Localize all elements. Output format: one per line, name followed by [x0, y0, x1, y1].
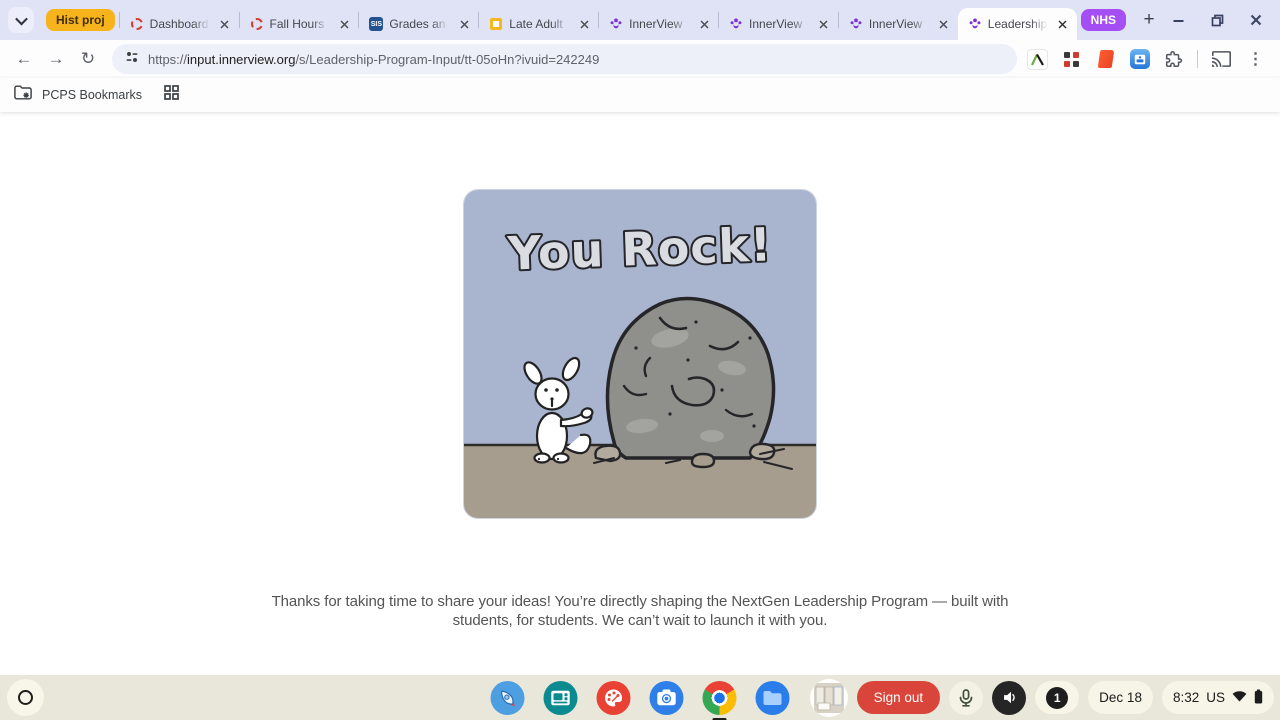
notification-count-badge: 1 — [1046, 686, 1069, 709]
reload-icon[interactable]: ↻ — [74, 45, 102, 73]
tab-innerview-1[interactable]: InnerView — [599, 8, 718, 40]
tab-innerview-2[interactable]: InnerView — [719, 8, 838, 40]
tab-group-hist-proj[interactable]: Hist proj — [46, 9, 115, 31]
minimize-icon[interactable] — [1172, 14, 1185, 27]
tab-leadership-active[interactable]: Leadership — [957, 8, 1077, 40]
toolbar-divider — [1197, 50, 1198, 68]
tab-title: Late Adult — [509, 17, 563, 31]
close-tab-icon[interactable] — [456, 16, 472, 32]
managed-folder-icon[interactable] — [14, 85, 32, 105]
notification-counter[interactable]: 1 — [1035, 681, 1080, 714]
cast-icon[interactable] — [1211, 49, 1232, 70]
innerview-favicon — [849, 17, 863, 31]
you-rock-illustration: You Rock! — [464, 190, 816, 518]
clock-time: 8:32 — [1172, 690, 1200, 705]
extensions-puzzle-icon[interactable] — [1163, 49, 1184, 70]
tab-strip: Hist proj Dashboard Fall Hours SIS Grade… — [0, 0, 1280, 40]
url-text: https://input.innerview.org/s/Leadership… — [148, 51, 600, 67]
address-bar[interactable]: https://input.innerview.org/s/Leadership… — [112, 44, 1017, 74]
tab-title: Grades an — [389, 17, 446, 31]
you-rock-text: You Rock! — [506, 217, 773, 280]
tab-grades[interactable]: SIS Grades an — [359, 8, 478, 40]
tab-title: Dashboard — [149, 17, 209, 31]
screenshot-extension-icon[interactable] — [1129, 49, 1150, 70]
site-info-icon[interactable] — [124, 49, 140, 70]
tab-search-button[interactable] — [8, 7, 34, 33]
dots-grid-extension-icon[interactable] — [1061, 49, 1082, 70]
red-dashed-circle-favicon — [250, 17, 264, 31]
innerview-favicon — [609, 17, 623, 31]
flag-extension-icon[interactable] — [1095, 49, 1116, 70]
chromeos-shelf: Sign out 1 Dec 18 8:32 US — [0, 675, 1280, 720]
tab-title: InnerView — [629, 17, 683, 31]
window-controls — [1162, 14, 1280, 27]
bookmarks-bar: PCPS Bookmarks — [0, 78, 1280, 112]
tab-fall-hours[interactable]: Fall Hours — [240, 8, 359, 40]
chrome-app-icon[interactable] — [702, 680, 737, 720]
close-window-icon[interactable] — [1250, 14, 1262, 26]
tab-title: InnerView — [749, 17, 803, 31]
toolbar-extensions: ⋮ — [1027, 48, 1270, 70]
close-tab-icon[interactable] — [696, 16, 712, 32]
keyboard-layout-indicator: US — [1206, 690, 1225, 705]
innerview-favicon — [968, 17, 982, 31]
shelf-apps — [490, 680, 790, 720]
sign-out-button[interactable]: Sign out — [856, 681, 941, 714]
explore-app-icon[interactable] — [490, 680, 525, 715]
battery-icon — [1254, 689, 1263, 707]
boulder — [605, 296, 776, 460]
close-tab-icon[interactable] — [576, 16, 592, 32]
camera-app-icon[interactable] — [649, 680, 684, 715]
apps-grid-icon[interactable] — [164, 85, 179, 105]
tab-group-nhs[interactable]: NHS — [1080, 9, 1127, 31]
canvas-app-icon[interactable] — [596, 680, 631, 715]
date-pill[interactable]: Dec 18 — [1088, 681, 1153, 714]
back-icon[interactable]: ← — [10, 45, 38, 73]
close-tab-icon[interactable] — [217, 16, 233, 32]
thank-you-message: Thanks for taking time to share your ide… — [271, 593, 1009, 630]
files-app-icon[interactable] — [755, 680, 790, 715]
browser-menu-icon[interactable]: ⋮ — [1245, 49, 1266, 70]
tab-title: Fall Hours — [269, 17, 325, 31]
forward-icon[interactable]: → — [42, 45, 70, 73]
wifi-icon — [1232, 690, 1247, 705]
speaker-button[interactable] — [992, 680, 1027, 715]
new-tab-button[interactable]: + — [1136, 7, 1162, 33]
system-tray[interactable]: 8:32 US — [1161, 681, 1274, 714]
bookmarks-folder-label[interactable]: PCPS Bookmarks — [42, 88, 142, 102]
sis-favicon: SIS — [369, 17, 384, 31]
close-tab-icon[interactable] — [336, 16, 352, 32]
innerview-favicon — [729, 17, 743, 31]
launcher-button[interactable] — [7, 679, 44, 716]
browser-toolbar: ← → ↻ https://input.innerview.org/s/Lead… — [0, 40, 1280, 78]
shelf-status-area: Sign out 1 Dec 18 8:32 US — [809, 678, 1274, 717]
tab-title: InnerView — [868, 17, 923, 31]
close-tab-icon[interactable] — [816, 16, 832, 32]
close-tab-icon[interactable] — [936, 16, 952, 32]
tab-late-adult[interactable]: Late Adult — [479, 8, 598, 40]
tab-innerview-3[interactable]: InnerView — [839, 8, 958, 40]
chevron-down-icon — [14, 12, 28, 25]
tab-title: Leadership — [987, 17, 1048, 31]
lambda-extension-icon[interactable] — [1027, 48, 1048, 70]
yellow-square-favicon — [489, 17, 503, 31]
gallery-app-icon[interactable] — [543, 680, 578, 715]
microphone-button[interactable] — [949, 680, 984, 715]
red-dashed-circle-favicon — [130, 17, 144, 31]
survey-thank-you-page: You Rock! Thanks for taking time to shar… — [0, 112, 1280, 675]
restore-icon[interactable] — [1211, 14, 1224, 27]
tab-dashboard[interactable]: Dashboard — [120, 8, 239, 40]
launcher-icon — [18, 690, 33, 705]
close-tab-icon[interactable] — [1055, 16, 1071, 32]
screen-capture-preview[interactable] — [809, 678, 848, 717]
